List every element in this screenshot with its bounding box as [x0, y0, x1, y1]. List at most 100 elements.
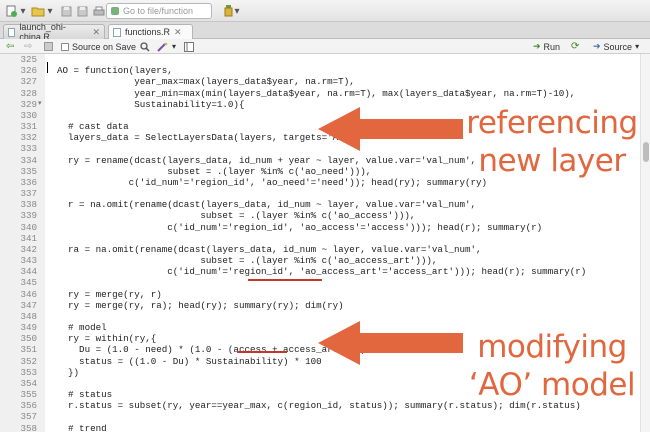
find-icon[interactable] — [140, 40, 150, 53]
source-on-save-label: Source on Save — [72, 41, 137, 52]
line-number: 343 — [20, 255, 37, 267]
line-number: 344 — [20, 266, 37, 278]
code-text: # model — [57, 322, 107, 334]
text-cursor — [47, 62, 48, 73]
line-number: 335 — [20, 165, 37, 177]
tab-launch-ohi-china[interactable]: launch_ohi-china.R ✕ — [3, 22, 105, 42]
line-number: 348 — [20, 310, 37, 322]
annotation-arrow-bottom — [318, 321, 463, 365]
scrollbar-thumb[interactable] — [643, 142, 649, 162]
code-text: c('id_num'='region_id', 'ao_need'='need'… — [57, 176, 488, 188]
line-number: 339 — [20, 210, 37, 222]
code-line: 326 AO = function(layers, — [0, 65, 640, 76]
code-text: layers_data = SelectLayersData(layers, t… — [57, 132, 355, 144]
access-art-model-underline — [237, 351, 287, 353]
line-number: 325 — [20, 54, 37, 65]
annotation-top-line1: referencing — [466, 105, 638, 141]
code-line: 357 — [0, 411, 640, 422]
annotation-arrow-top — [318, 107, 463, 151]
line-number: 355 — [20, 389, 37, 401]
code-text: ry = rename(dcast(layers_data, id_num + … — [57, 154, 477, 166]
line-number: 347 — [20, 299, 37, 311]
run-arrow-icon: ➔ — [533, 41, 541, 51]
tab-label: functions.R — [125, 27, 171, 37]
print-icon[interactable] — [92, 3, 106, 19]
line-number: 333 — [20, 143, 37, 155]
open-folder-icon[interactable] — [30, 3, 46, 19]
line-number: 351 — [20, 344, 37, 356]
back-arrow-icon[interactable]: ⇦ — [6, 40, 14, 53]
run-button[interactable]: ➔ Run — [533, 40, 560, 53]
tab-functions[interactable]: functions.R ✕ — [108, 24, 193, 39]
code-tools-icon[interactable]: ▾ — [157, 40, 176, 53]
new-file-dropdown-icon[interactable]: ▾ — [20, 3, 26, 19]
code-line: 339 subset = .(layer %in% c('ao_access')… — [0, 210, 640, 221]
line-number: 338 — [20, 199, 37, 211]
code-line: 337 — [0, 188, 640, 199]
code-text: subset = .(layer %in% c('ao_access_art')… — [57, 255, 438, 267]
forward-arrow-icon[interactable]: ⇨ — [24, 40, 32, 53]
tab-bar: launch_ohi-china.R ✕ functions.R ✕ — [0, 22, 650, 42]
line-number: 342 — [20, 243, 37, 255]
code-text: }) — [57, 366, 80, 378]
code-text: ry = merge(ry, ra); head(ry); summary(ry… — [57, 299, 344, 311]
code-text: subset = .(layer %in% c('ao_access'))), — [57, 210, 416, 222]
line-number: 326 — [20, 65, 37, 77]
code-text: # cast data — [57, 121, 129, 133]
close-icon[interactable]: ✕ — [92, 27, 100, 38]
code-text: subset = .(layer %in% c('ao_need'))), — [57, 165, 372, 177]
source-on-save-checkbox[interactable]: Source on Save — [61, 40, 136, 53]
save-icon[interactable] — [59, 3, 73, 19]
code-line: 342 ra = na.omit(rename(dcast(layers_dat… — [0, 244, 640, 255]
document-outline-icon[interactable] — [184, 40, 194, 53]
source-dropdown-icon[interactable]: ▾ — [635, 42, 639, 51]
line-number: 332 — [20, 132, 37, 144]
editor-toolbar: ⇦ ⇨ Source on Save ▾ ➔ Run ⟳ ➔ Source ▾ — [0, 39, 650, 54]
addins-dropdown-icon[interactable]: ▾ — [234, 3, 240, 19]
fold-arrow-icon[interactable]: ▾ — [38, 99, 44, 110]
code-line: 341 — [0, 233, 640, 244]
code-text: # trend — [57, 422, 107, 432]
code-text: year_min=max(min(layers_data$year, na.rm… — [57, 87, 576, 99]
annotation-top-line2: new layer — [478, 143, 626, 179]
line-number: 328 — [20, 87, 37, 99]
line-number: 354 — [20, 377, 37, 389]
line-number: 330 — [20, 109, 37, 121]
code-line: 327 year_max=max(layers_data$year, na.rm… — [0, 76, 640, 87]
code-text: ra = na.omit(rename(dcast(layers_data, i… — [57, 243, 482, 255]
line-number: 350 — [20, 333, 37, 345]
save-file-icon[interactable] — [44, 40, 53, 53]
r-file-icon — [113, 27, 121, 37]
line-number: 337 — [20, 188, 37, 200]
vertical-scrollbar[interactable] — [640, 54, 650, 432]
main-toolbar: ▾ ▾ Go to file/function ▾ — [0, 0, 650, 22]
code-text: c('id_num'='region_id', 'ao_access_art'=… — [57, 266, 587, 278]
line-number: 358 — [20, 422, 37, 432]
r-file-icon — [8, 27, 16, 37]
code-line: 344 c('id_num'='region_id', 'ao_access_a… — [0, 266, 640, 277]
new-file-icon[interactable] — [4, 3, 18, 19]
code-text: ry = merge(ry, r) — [57, 288, 162, 300]
annotation-bottom: modifying ‘AO’ model — [466, 328, 638, 404]
save-all-icon[interactable] — [75, 3, 89, 19]
annotation-bottom-line1: modifying — [477, 329, 627, 365]
access-art-underline — [248, 279, 322, 281]
source-arrow-icon: ➔ — [593, 41, 601, 51]
source-label: Source — [603, 41, 633, 52]
annotation-bottom-line2: ‘AO’ model — [468, 367, 636, 403]
line-number: 334 — [20, 154, 37, 166]
source-button[interactable]: ➔ Source ▾ — [593, 40, 639, 53]
goto-file-function-input[interactable]: Go to file/function — [106, 3, 212, 19]
addins-icon[interactable] — [222, 3, 234, 19]
rerun-icon[interactable]: ⟳ — [571, 40, 579, 53]
code-line: 325 — [0, 54, 640, 65]
line-number: 340 — [20, 221, 37, 233]
close-icon[interactable]: ✕ — [174, 27, 182, 38]
line-number: 346 — [20, 288, 37, 300]
checkbox[interactable] — [61, 42, 69, 51]
annotation-top: referencing new layer — [466, 104, 638, 180]
open-dropdown-icon[interactable]: ▾ — [47, 3, 53, 19]
goto-placeholder: Go to file/function — [123, 6, 194, 16]
line-number: 329 — [20, 98, 37, 110]
code-text: year_max=max(layers_data$year, na.rm=T), — [57, 76, 355, 88]
